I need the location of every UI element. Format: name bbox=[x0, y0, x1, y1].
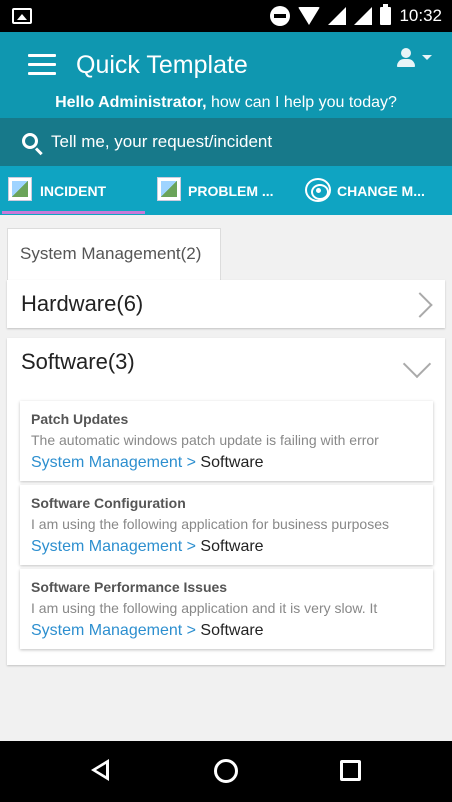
category-link[interactable]: System Management > bbox=[31, 454, 200, 471]
search-bar[interactable]: Tell me, your request/incident bbox=[0, 118, 452, 166]
app-title: Quick Template bbox=[76, 51, 248, 79]
item-path: System Management > Software bbox=[31, 622, 264, 640]
greeting-name: Hello Administrator, bbox=[55, 94, 207, 111]
tab-incident[interactable]: INCIDENT bbox=[0, 166, 150, 215]
subcategory-label: Software bbox=[200, 622, 264, 639]
item-description: I am using the following application and… bbox=[31, 600, 378, 616]
list-item[interactable]: Software Performance Issues I am using t… bbox=[20, 569, 433, 649]
subcategory-label: Software bbox=[200, 454, 264, 471]
home-icon[interactable] bbox=[214, 759, 238, 783]
do-not-disturb-icon bbox=[270, 6, 291, 26]
item-description: I am using the following application for… bbox=[31, 516, 389, 532]
tab-label: INCIDENT bbox=[40, 183, 107, 199]
image-icon bbox=[8, 177, 32, 201]
tab-system-management[interactable]: System Management(2) bbox=[7, 228, 221, 280]
section-title: Software(3) bbox=[21, 349, 135, 374]
caret-down-icon bbox=[422, 55, 432, 60]
item-title: Software Performance Issues bbox=[31, 579, 228, 595]
system-navigation-bar bbox=[0, 741, 452, 802]
active-tab-indicator bbox=[2, 211, 145, 214]
recents-icon[interactable] bbox=[340, 760, 361, 781]
item-title: Software Configuration bbox=[31, 495, 186, 511]
chevron-down-icon bbox=[402, 349, 432, 379]
list-item[interactable]: Software Configuration I am using the fo… bbox=[20, 485, 433, 565]
menu-icon[interactable] bbox=[28, 54, 56, 76]
app-header: Quick Template Hello Administrator, how … bbox=[0, 32, 452, 118]
user-icon bbox=[396, 48, 416, 68]
tab-label: PROBLEM ... bbox=[188, 183, 274, 199]
cellular-signal-2-icon bbox=[354, 7, 373, 25]
list-item[interactable]: Patch Updates The automatic windows patc… bbox=[20, 401, 433, 481]
category-link[interactable]: System Management > bbox=[31, 538, 200, 555]
section-software-header[interactable]: Software(3) bbox=[7, 338, 445, 388]
battery-icon bbox=[380, 4, 392, 25]
item-description: The automatic windows patch update is fa… bbox=[31, 432, 379, 448]
tab-change[interactable]: CHANGE M... bbox=[300, 166, 452, 215]
subcategory-label: Software bbox=[200, 538, 264, 555]
item-title: Patch Updates bbox=[31, 411, 129, 427]
greeting: Hello Administrator, how can I help you … bbox=[0, 94, 452, 112]
change-icon bbox=[305, 178, 331, 202]
tab-label: CHANGE M... bbox=[337, 183, 425, 199]
search-input[interactable]: Tell me, your request/incident bbox=[51, 132, 272, 152]
user-menu-button[interactable] bbox=[396, 48, 438, 70]
status-bar: 10:32 bbox=[0, 0, 452, 32]
section-hardware[interactable]: Hardware(6) bbox=[7, 280, 445, 328]
section-software: Software(3) Patch Updates The automatic … bbox=[7, 338, 445, 665]
gallery-notification-icon bbox=[12, 8, 32, 24]
category-link[interactable]: System Management > bbox=[31, 622, 200, 639]
item-path: System Management > Software bbox=[31, 538, 264, 556]
section-title: Hardware(6) bbox=[21, 291, 144, 316]
search-icon bbox=[22, 133, 38, 149]
tab-problem[interactable]: PROBLEM ... bbox=[150, 166, 300, 215]
cellular-signal-icon bbox=[328, 7, 347, 25]
template-tabs: INCIDENT PROBLEM ... CHANGE M... bbox=[0, 166, 452, 215]
main-content: System Management(2) Hardware(6) Softwar… bbox=[0, 215, 452, 741]
image-icon bbox=[157, 177, 181, 201]
chevron-right-icon bbox=[407, 292, 433, 318]
item-path: System Management > Software bbox=[31, 454, 264, 472]
back-icon[interactable] bbox=[91, 759, 113, 783]
status-icons: 10:32 bbox=[270, 4, 442, 28]
wifi-icon bbox=[298, 7, 321, 25]
status-time: 10:32 bbox=[399, 6, 442, 25]
greeting-text: how can I help you today? bbox=[206, 94, 397, 111]
category-tab-label: System Management(2) bbox=[20, 244, 202, 263]
